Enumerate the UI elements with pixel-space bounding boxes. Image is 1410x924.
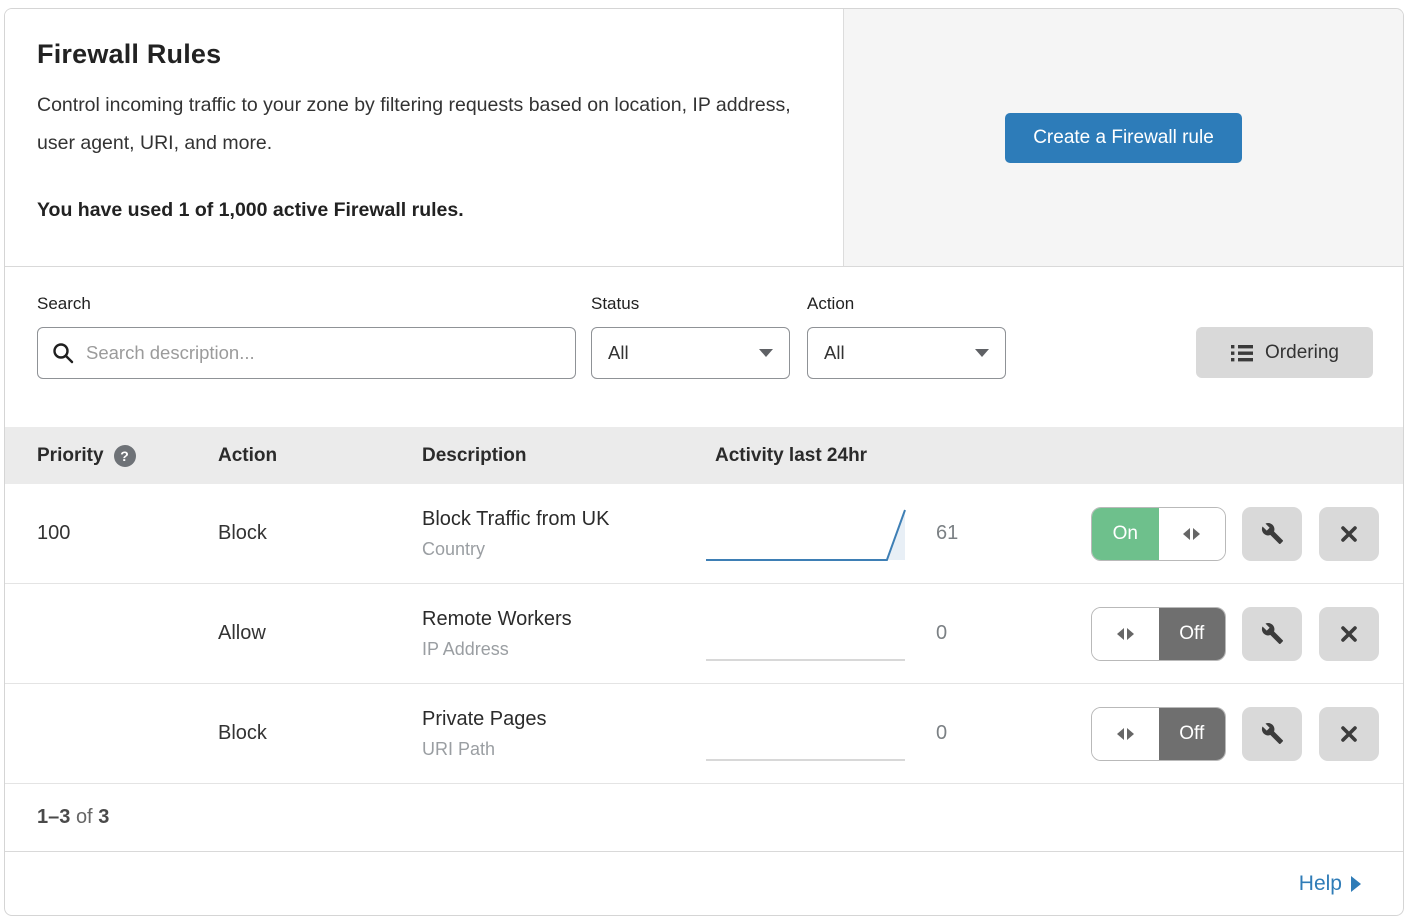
firewall-rules-panel: Firewall Rules Control incoming traffic … [4, 8, 1404, 916]
pagination-total: 3 [98, 806, 109, 828]
priority-column-header: Priority [37, 445, 104, 467]
delete-rule-button[interactable] [1319, 707, 1379, 761]
rule-description: Block Traffic from UK [422, 508, 705, 531]
toggle-drag-handle-icon [1159, 508, 1226, 560]
activity-sparkline [705, 605, 910, 663]
activity-count: 0 [910, 622, 1091, 645]
create-firewall-rule-button[interactable]: Create a Firewall rule [1005, 113, 1242, 163]
help-link[interactable]: Help [1299, 872, 1361, 896]
status-selected-value: All [608, 342, 629, 364]
close-icon [1339, 624, 1359, 644]
rule-type: IP Address [422, 639, 705, 660]
edit-rule-button[interactable] [1242, 607, 1302, 661]
chevron-down-icon [759, 349, 773, 357]
rule-enabled-toggle[interactable]: On [1091, 507, 1226, 561]
rule-priority: 100 [37, 522, 218, 545]
action-selected-value: All [824, 342, 845, 364]
page-title: Firewall Rules [37, 39, 803, 70]
action-label: Action [807, 294, 1006, 314]
search-icon [51, 341, 75, 365]
toggle-drag-handle-icon [1092, 608, 1159, 660]
help-bar: Help [5, 852, 1403, 915]
rule-type: Country [422, 539, 705, 560]
header-section: Firewall Rules Control incoming traffic … [5, 9, 1403, 267]
header-text-block: Firewall Rules Control incoming traffic … [5, 9, 843, 266]
pagination-range: 1–3 [37, 806, 70, 828]
rule-enabled-toggle[interactable]: Off [1091, 707, 1226, 761]
description-column-header: Description [422, 445, 705, 467]
rule-action: Block [218, 722, 422, 745]
search-label: Search [37, 294, 576, 314]
rule-description: Remote Workers [422, 608, 705, 631]
arrow-right-icon [1351, 876, 1361, 892]
delete-rule-button[interactable] [1319, 607, 1379, 661]
action-select[interactable]: All [807, 327, 1006, 379]
ordering-button-label: Ordering [1265, 342, 1339, 364]
rule-action: Block [218, 522, 422, 545]
list-ordering-icon [1230, 342, 1254, 364]
wrench-icon [1261, 522, 1284, 545]
header-action-panel: Create a Firewall rule [843, 9, 1403, 266]
table-row: Allow Remote Workers IP Address 0 Off [5, 584, 1403, 684]
toggle-on-label: On [1092, 508, 1159, 560]
rule-action: Allow [218, 622, 422, 645]
activity-sparkline [705, 705, 910, 763]
table-header-row: Priority ? Action Description Activity l… [5, 427, 1403, 484]
table-row: 100 Block Block Traffic from UK Country … [5, 484, 1403, 584]
search-input[interactable] [37, 327, 576, 379]
usage-summary: You have used 1 of 1,000 active Firewall… [37, 199, 803, 222]
status-select[interactable]: All [591, 327, 790, 379]
activity-column-header: Activity last 24hr [705, 445, 1091, 467]
delete-rule-button[interactable] [1319, 507, 1379, 561]
close-icon [1339, 724, 1359, 744]
chevron-down-icon [975, 349, 989, 357]
rule-description: Private Pages [422, 708, 705, 731]
rule-enabled-toggle[interactable]: Off [1091, 607, 1226, 661]
action-column-header: Action [218, 445, 422, 467]
rules-table: Priority ? Action Description Activity l… [5, 427, 1403, 784]
wrench-icon [1261, 622, 1284, 645]
wrench-icon [1261, 722, 1284, 745]
toggle-off-label: Off [1159, 608, 1226, 660]
edit-rule-button[interactable] [1242, 707, 1302, 761]
priority-help-icon[interactable]: ? [114, 445, 136, 467]
activity-count: 0 [910, 722, 1091, 745]
activity-count: 61 [910, 522, 1091, 545]
table-row: Block Private Pages URI Path 0 Off [5, 684, 1403, 784]
status-label: Status [591, 294, 790, 314]
pagination-bar: 1–3 of 3 [5, 784, 1403, 852]
page-description: Control incoming traffic to your zone by… [37, 86, 803, 162]
pagination-of: of [76, 806, 93, 828]
close-icon [1339, 524, 1359, 544]
filters-section: Search Status All Action [5, 267, 1403, 427]
edit-rule-button[interactable] [1242, 507, 1302, 561]
activity-sparkline [705, 505, 910, 563]
toggle-off-label: Off [1159, 708, 1226, 760]
help-link-label: Help [1299, 872, 1342, 896]
toggle-drag-handle-icon [1092, 708, 1159, 760]
ordering-button[interactable]: Ordering [1196, 327, 1373, 378]
rule-type: URI Path [422, 739, 705, 760]
